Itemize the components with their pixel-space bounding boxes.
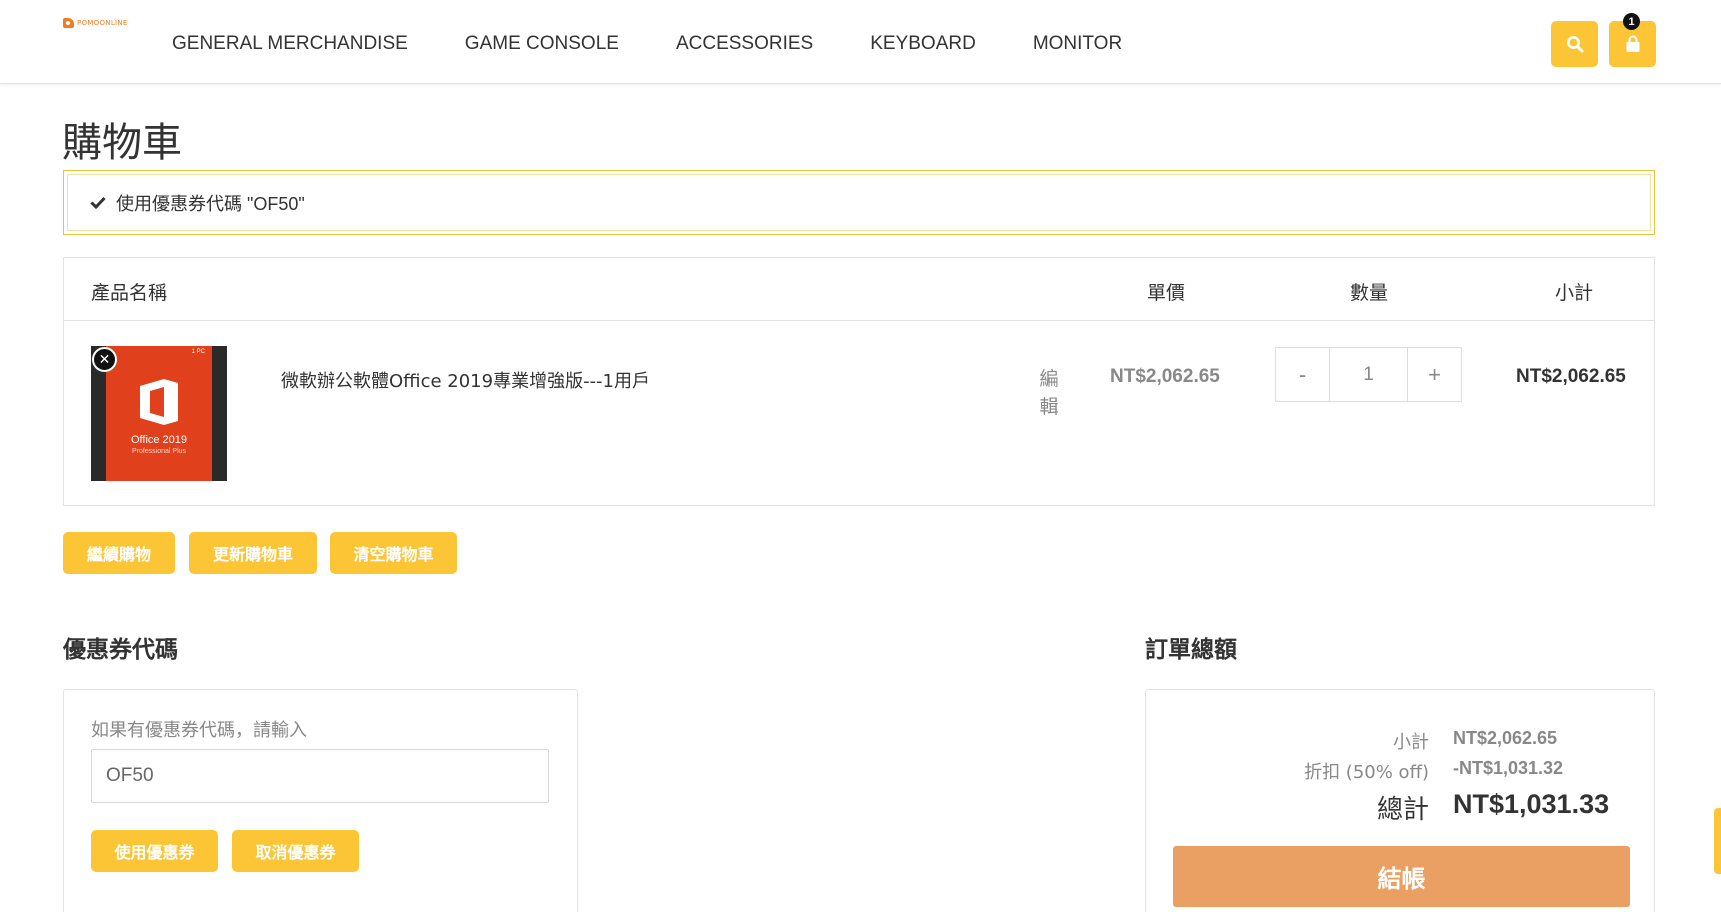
product-image-name: Office 2019 bbox=[130, 434, 188, 446]
subtotal-label: 小計 bbox=[1393, 732, 1429, 753]
qty-increase-button[interactable]: + bbox=[1408, 348, 1461, 401]
cart-table-header: 產品名稱 單價 數量 小計 bbox=[64, 258, 1654, 321]
unit-price: NT$2,062.65 bbox=[1110, 366, 1220, 387]
side-widget-tab[interactable] bbox=[1714, 808, 1721, 874]
discount-value: -NT$1,031.32 bbox=[1453, 758, 1564, 778]
header-subtotal: 小計 bbox=[1555, 283, 1594, 304]
grand-total-value: NT$1,031.33 bbox=[1453, 789, 1610, 819]
order-total-panel: 小計 NT$2,062.65 折扣 (50% off) -NT$1,031.32… bbox=[1145, 689, 1655, 912]
cart-count-badge: 1 bbox=[1623, 13, 1640, 30]
continue-shopping-button[interactable]: 繼續購物 bbox=[63, 532, 175, 574]
coupon-label: 如果有優惠券代碼，請輸入 bbox=[91, 720, 307, 741]
site-header: POMOONLINE GENERAL MERCHANDISE GAME CONS… bbox=[0, 0, 1721, 84]
update-cart-button[interactable]: 更新購物車 bbox=[189, 532, 317, 574]
cart-row: 1 PC Office 2019 Professional Plus ✕ 微軟辦… bbox=[64, 321, 1654, 506]
coupon-input[interactable] bbox=[91, 749, 549, 803]
checkout-button[interactable]: 結帳 bbox=[1173, 846, 1630, 907]
quantity-stepper: - 1 + bbox=[1275, 347, 1462, 402]
main-nav: GENERAL MERCHANDISE GAME CONSOLE ACCESSO… bbox=[172, 33, 1179, 55]
header-price: 單價 bbox=[1147, 283, 1186, 304]
product-image-sub: Professional Plus bbox=[131, 448, 187, 455]
discount-label: 折扣 (50% off) bbox=[1304, 762, 1429, 783]
header-product: 產品名稱 bbox=[91, 283, 168, 304]
bag-icon bbox=[1626, 35, 1639, 52]
qty-input[interactable]: 1 bbox=[1329, 348, 1408, 401]
close-icon: ✕ bbox=[98, 351, 111, 367]
coupon-panel: 如果有優惠券代碼，請輸入 使用優惠券 取消優惠券 bbox=[63, 689, 578, 912]
cancel-coupon-button[interactable]: 取消優惠券 bbox=[232, 830, 359, 872]
check-icon bbox=[90, 196, 106, 209]
logo-icon bbox=[63, 18, 74, 28]
remove-item-button[interactable]: ✕ bbox=[92, 347, 117, 372]
nav-item-game-console[interactable]: GAME CONSOLE bbox=[465, 33, 619, 55]
nav-item-keyboard[interactable]: KEYBOARD bbox=[870, 33, 976, 55]
qty-decrease-button[interactable]: - bbox=[1276, 348, 1329, 401]
clear-cart-button[interactable]: 清空購物車 bbox=[330, 532, 457, 574]
order-total-title: 訂單總額 bbox=[1145, 637, 1237, 663]
page-title: 購物車 bbox=[62, 120, 182, 166]
line-subtotal: NT$2,062.65 bbox=[1516, 366, 1626, 387]
search-button[interactable] bbox=[1551, 21, 1598, 67]
office-logo-icon bbox=[140, 379, 178, 425]
coupon-applied-notice: 使用優惠券代碼 "OF50" bbox=[63, 170, 1655, 235]
logo-text: POMOONLINE bbox=[77, 19, 128, 27]
apply-coupon-button[interactable]: 使用優惠券 bbox=[91, 830, 218, 872]
nav-item-general-merchandise[interactable]: GENERAL MERCHANDISE bbox=[172, 33, 408, 55]
site-logo[interactable]: POMOONLINE bbox=[63, 18, 128, 28]
notice-text: 使用優惠券代碼 "OF50" bbox=[116, 193, 305, 214]
grand-total-label: 總計 bbox=[1376, 795, 1429, 825]
coupon-section-title: 優惠券代碼 bbox=[63, 637, 178, 663]
nav-item-monitor[interactable]: MONITOR bbox=[1033, 33, 1122, 55]
cart-table: 產品名稱 單價 數量 小計 1 PC Office 2019 Professio… bbox=[63, 257, 1655, 506]
product-name[interactable]: 微軟辦公軟體Office 2019專業增強版---1用戶 bbox=[281, 367, 650, 393]
search-icon bbox=[1566, 36, 1583, 53]
header-qty: 數量 bbox=[1350, 283, 1389, 304]
nav-item-accessories[interactable]: ACCESSORIES bbox=[676, 33, 813, 55]
subtotal-value: NT$2,062.65 bbox=[1453, 728, 1558, 748]
edit-item-link[interactable]: 編輯 bbox=[1036, 365, 1062, 421]
